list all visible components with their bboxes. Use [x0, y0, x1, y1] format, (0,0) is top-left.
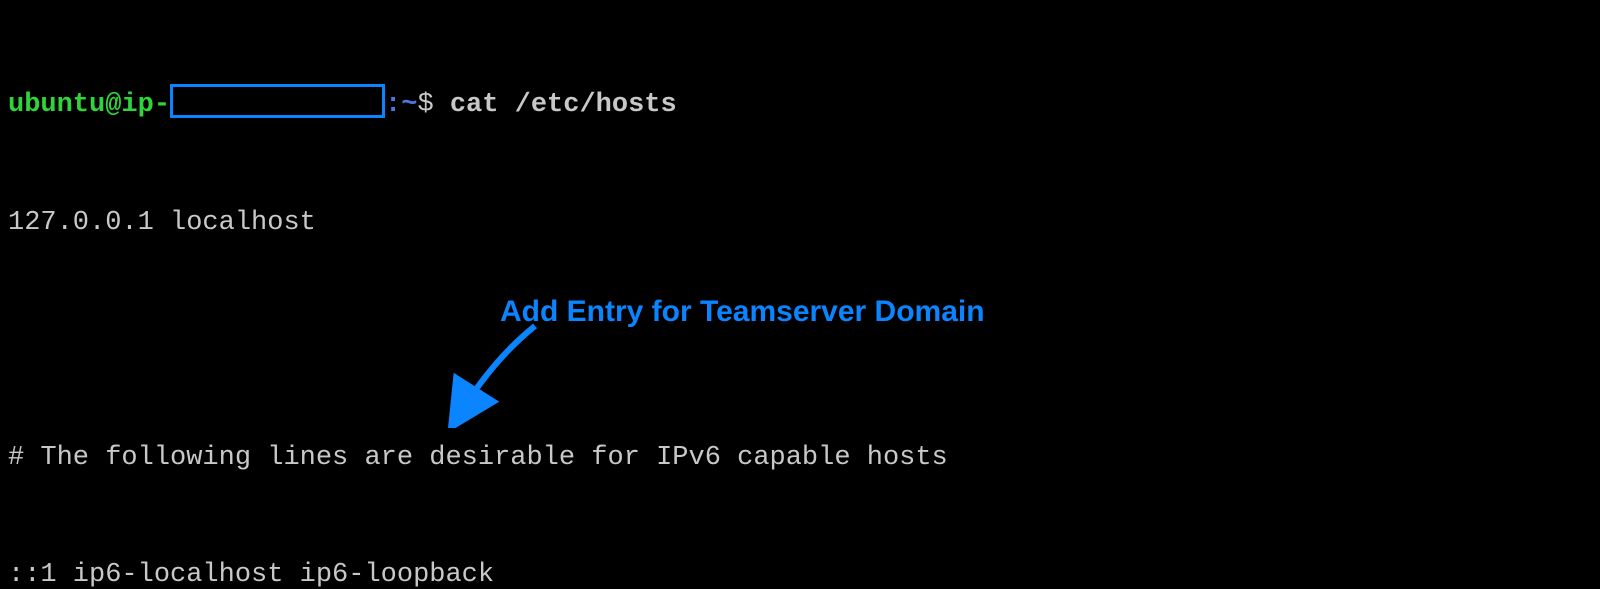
command-text: cat /etc/hosts — [450, 90, 677, 120]
hosts-line-localhost: 127.0.0.1 localhost — [8, 204, 1592, 243]
hosts-comment-ipv6: # The following lines are desirable for … — [8, 439, 1592, 478]
hosts-ipv6-loopback: ::1 ip6-localhost ip6-loopback — [8, 556, 1592, 589]
prompt-path: :~ — [385, 90, 417, 120]
prompt-host-prefix: ip- — [121, 90, 170, 120]
redacted-ip-box — [170, 84, 385, 118]
annotation-label: Add Entry for Teamserver Domain — [500, 290, 985, 334]
prompt-at: @ — [105, 90, 121, 120]
annotation-arrow-icon — [440, 318, 550, 428]
prompt-line: ubuntu@ip- :~$ cat /etc/hosts — [8, 84, 1592, 125]
prompt-dollar: $ — [417, 90, 449, 120]
prompt-user: ubuntu — [8, 90, 105, 120]
